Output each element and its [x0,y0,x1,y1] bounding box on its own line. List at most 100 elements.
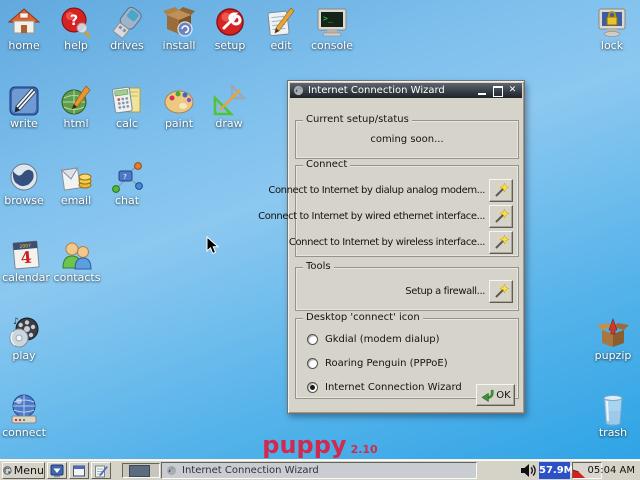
icon-label: home [8,39,40,52]
volume-icon[interactable] [520,463,537,478]
paint-icon [164,90,194,114]
task-title: Internet Connection Wizard [182,465,319,476]
calendar-icon: 20074 [12,240,40,270]
desktop-icon-console[interactable]: >_ console [304,6,360,52]
desktop-icon-html[interactable]: html [48,84,104,130]
tools-row-firewall: Setup a firewall... [405,279,513,303]
radio-option-roaring-penguin[interactable]: Roaring Penguin (PPPoE) [307,357,448,370]
desktop-pager[interactable] [122,463,160,478]
icon-label: play [12,349,36,362]
radio-option-gkdial[interactable]: Gkdial (modem dialup) [307,333,440,346]
window-titlebar[interactable]: Internet Connection Wizard ✕ [290,83,522,98]
connect-row-wireless: Connect to Internet by wireless interfac… [289,230,513,254]
wand-icon [494,181,510,197]
notes-icon [95,465,108,477]
icon-label: console [310,39,354,52]
icon-label: html [63,117,89,130]
radio-button[interactable] [307,334,318,345]
show-desktop-button[interactable] [47,462,67,479]
desktop-icon-setup[interactable]: setup [202,6,258,52]
desktop: home ? help drives install setup edit >_… [0,0,640,480]
desktop-icon-help[interactable]: ? help [48,6,104,52]
svg-text:>_: >_ [323,14,333,23]
firewall-wizard-button[interactable] [489,279,513,303]
icon-label: setup [214,39,246,52]
pupzip-icon [597,318,629,347]
icon-label: edit [270,39,292,52]
taskbar-task-internet-connection-wizard[interactable]: Internet Connection Wizard [161,462,477,479]
window-icon [293,85,304,96]
group-label: Connect [303,159,351,170]
group-current-setup-status: Current setup/status coming soon... [295,114,519,159]
connect-icon [11,394,37,424]
setup-icon [216,8,244,36]
calc-icon [112,86,141,114]
desktop-icon-paint[interactable]: paint [151,84,207,130]
desktop-icon-write[interactable]: write [0,84,52,130]
draw-icon [213,84,246,116]
window-title: Internet Connection Wizard [308,85,445,96]
notes-button[interactable] [91,462,111,479]
icon-label: calc [116,117,138,130]
desktop-icon-browse[interactable]: browse [0,161,52,207]
radio-label: Gkdial (modem dialup) [325,334,440,345]
edit-icon [267,7,295,37]
icon-label: help [64,39,88,52]
connect-wireless-label: Connect to Internet by wireless interfac… [288,236,486,248]
wired-wizard-button[interactable] [489,204,513,228]
status-text: coming soon... [370,134,444,145]
lock-icon [598,8,626,37]
minimize-button[interactable] [476,85,489,96]
ok-button[interactable]: OK [476,384,515,406]
icon-label: email [60,194,92,207]
connect-wired-label: Connect to Internet by wired ethernet in… [258,210,485,222]
close-button[interactable]: ✕ [506,85,519,96]
radio-button-selected[interactable] [307,382,318,393]
desktop-icon-lock[interactable]: lock [584,6,640,52]
desktop-icon-draw[interactable]: draw [201,84,257,130]
contacts-icon [62,242,92,270]
ok-arrow-icon [481,389,494,402]
desktop-icon-install[interactable]: install [151,6,207,52]
menu-button[interactable]: Menu [2,462,45,479]
wand-icon [494,282,510,298]
home-icon [7,8,41,34]
window-icon [73,465,85,476]
desktop-icon-drives[interactable]: drives [99,6,155,52]
svg-text:?: ? [123,173,127,181]
desktop-icon-play[interactable]: ♪ play [0,316,52,362]
dialup-wizard-button[interactable] [489,178,513,202]
connect-row-dialup: Connect to Internet by dialup analog mod… [268,178,513,202]
internet-connection-wizard-window: Internet Connection Wizard ✕ Current set… [258,80,525,414]
clock[interactable]: 05:04 AM [581,462,637,479]
desktop-icon-edit[interactable]: edit [253,6,309,52]
desktop-icon-chat[interactable]: ? chat [99,161,155,207]
task-icon [166,465,177,476]
desktop-icon-contacts[interactable]: contacts [49,238,105,284]
svg-text:4: 4 [20,248,33,268]
desktop-icon-calc[interactable]: calc [99,84,155,130]
window-list-button[interactable] [69,462,89,479]
radio-option-internet-connection-wizard[interactable]: Internet Connection Wizard [307,381,462,394]
desktop-icon-email[interactable]: email [48,161,104,207]
show-desktop-icon [50,464,64,477]
free-memory-applet[interactable]: 57.9M [539,462,574,479]
drives-icon [112,6,142,40]
chat-icon: ? [112,162,143,193]
group-tools: Tools Setup a firewall... [295,261,519,311]
pager-active-desktop[interactable] [129,465,150,477]
radio-button[interactable] [307,358,318,369]
icon-label: contacts [53,271,101,284]
desktop-icon-home[interactable]: home [0,6,52,52]
ok-label: OK [496,389,511,401]
svg-text:♪: ♪ [13,317,19,327]
wireless-wizard-button[interactable] [489,230,513,254]
icon-label: draw [215,117,243,130]
icon-label: write [10,117,38,130]
taskbar: Menu Internet Connection Wizard 57.9M 05… [0,459,640,480]
desktop-icon-calendar[interactable]: 2007 4 calendar [0,238,54,284]
maximize-button[interactable] [491,85,504,97]
desktop-icon-pupzip[interactable]: pupzip [585,316,640,362]
browse-icon [10,163,38,191]
wand-icon [494,233,510,249]
